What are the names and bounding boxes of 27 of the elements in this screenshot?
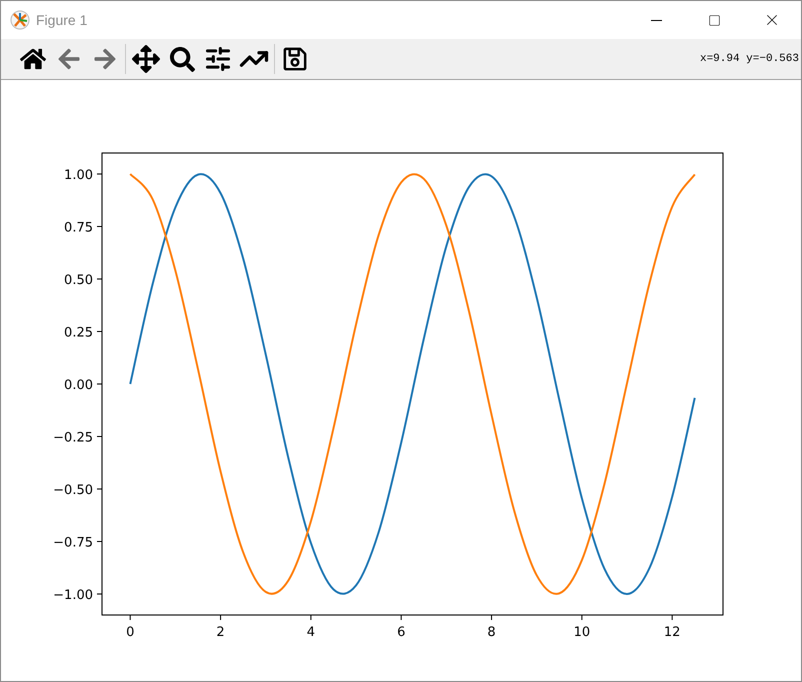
y-tick-label: −0.75 [53, 536, 93, 550]
x-tick-label: 6 [397, 625, 406, 640]
home-icon [20, 46, 46, 72]
back-icon [57, 47, 81, 71]
search-icon [170, 46, 194, 72]
app-icon [10, 10, 30, 30]
y-tick-label: 0.50 [64, 273, 93, 288]
y-tick-label: 0.25 [64, 326, 93, 340]
forward-icon [93, 47, 117, 71]
x-tick-label: 4 [306, 625, 316, 640]
y-tick-label: −1.00 [53, 588, 93, 603]
y-tick-label: −0.25 [53, 430, 93, 446]
window-title: Figure 1 [36, 10, 88, 30]
save-icon [282, 46, 308, 72]
x-tick-label: 8 [487, 625, 496, 640]
four-arrows-icon [132, 45, 160, 73]
y-tick-label: −0.50 [53, 483, 93, 498]
maximize-icon [708, 14, 720, 26]
x-tick-label: 12 [664, 625, 680, 640]
y-tick-label: 0.00 [64, 378, 93, 393]
x-tick-label: 0 [126, 625, 134, 640]
x-tick-label: 2 [216, 625, 225, 640]
sliders-icon [204, 45, 232, 73]
y-tick-label: 0.75 [64, 220, 93, 236]
x-tick-label: 10 [574, 625, 590, 640]
cursor-coordinates: x=9.94 y=−0.563 [700, 52, 799, 67]
y-tick-label: 1.00 [64, 168, 93, 183]
